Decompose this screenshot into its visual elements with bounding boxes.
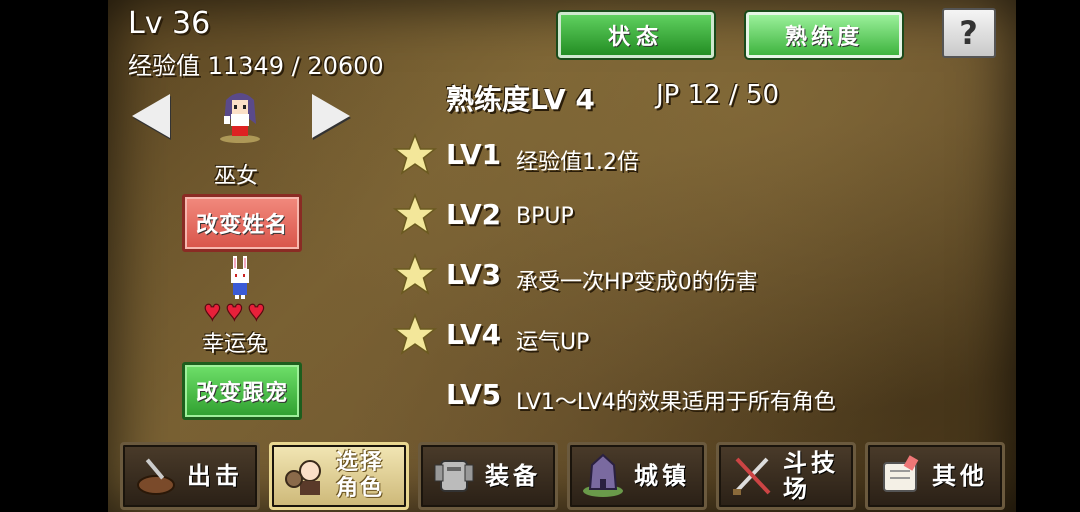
nav-label: 斗技场 (783, 449, 839, 503)
nav-town-button[interactable]: 城镇 (567, 442, 707, 510)
lucky-rabbit-sprite (231, 256, 249, 299)
star-icon (392, 252, 438, 295)
heart-icon (204, 303, 221, 322)
town-icon (583, 453, 623, 497)
tab-mastery[interactable]: 熟练度 (746, 12, 902, 58)
sortie-icon (137, 458, 175, 495)
armor-icon (434, 460, 474, 492)
previous-character-arrow-icon[interactable] (132, 94, 170, 138)
help-button[interactable]: ? (942, 8, 996, 58)
mastery-level: LV4 (446, 318, 502, 351)
player-level: Lv 36 (128, 6, 211, 41)
nav-sortie-button[interactable]: 出击 (120, 442, 260, 510)
nav-label: 其他 (932, 462, 988, 490)
mastery-description: BPUP (516, 204, 574, 229)
pet-affection-hearts-icon (204, 303, 265, 322)
pet-name: 幸运兔 (202, 332, 269, 357)
mastery-level-title: 熟练度LV 4 (446, 83, 595, 116)
heart-icon (226, 303, 243, 322)
game-screen: Lv 36 经验值 11349 / 20600 巫女 改变姓名 幸运兔 改变跟宠… (0, 0, 1080, 512)
character-select-icon (285, 460, 321, 495)
star-icon (392, 132, 438, 175)
star-icon (392, 312, 438, 355)
mastery-level: LV2 (446, 198, 502, 231)
mastery-description: 承受一次HP变成0的伤害 (516, 270, 758, 295)
nav-arena-button[interactable]: 斗技场 (716, 442, 856, 510)
arena-swords-icon (733, 457, 771, 495)
nav-other-button[interactable]: 其他 (865, 442, 1005, 510)
next-character-arrow-icon[interactable] (312, 94, 350, 138)
heart-icon (248, 303, 265, 322)
shrine-maiden-sprite (220, 93, 260, 143)
job-points: JP 12 / 50 (656, 80, 780, 110)
mastery-description: 经验值1.2倍 (516, 150, 639, 175)
nav-equipment-button[interactable]: 装备 (418, 442, 558, 510)
rename-button[interactable]: 改变姓名 (182, 194, 302, 252)
nav-label: 装备 (485, 462, 541, 490)
mastery-level: LV3 (446, 258, 502, 291)
change-pet-button[interactable]: 改变跟宠 (182, 362, 302, 420)
mastery-description: LV1～LV4的效果适用于所有角色 (516, 390, 836, 415)
class-name: 巫女 (214, 164, 259, 189)
mastery-level: LV5 (446, 378, 502, 411)
nav-label: 城镇 (634, 462, 690, 490)
tab-status[interactable]: 状态 (558, 12, 714, 58)
scroll-icon (883, 455, 919, 492)
nav-label: 出击 (187, 462, 243, 490)
nav-label: 选择 角色 (336, 450, 385, 501)
mastery-description: 运气UP (516, 330, 590, 355)
experience-label: 经验值 11349 / 20600 (128, 52, 384, 80)
mastery-level: LV1 (446, 138, 502, 171)
nav-select-button[interactable]: 选择 角色 (269, 442, 409, 510)
star-icon (392, 192, 438, 235)
